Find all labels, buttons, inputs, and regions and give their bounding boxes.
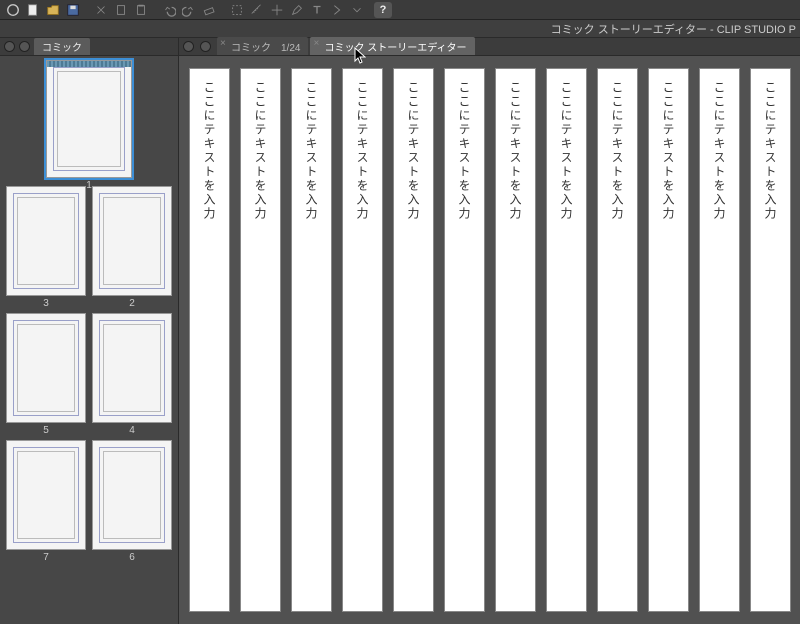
open-folder-icon[interactable] — [44, 2, 62, 18]
story-text-column[interactable]: ここにテキストを入力 — [648, 68, 689, 612]
story-placeholder-text: ここにテキストを入力 — [558, 81, 575, 611]
doc-panel-close-icon[interactable] — [183, 41, 194, 52]
story-text-column[interactable]: ここにテキストを入力 — [750, 68, 791, 612]
page-number-label: 3 — [6, 296, 86, 309]
page-row: 1 — [6, 60, 172, 182]
page-thumbnail[interactable]: 7 — [6, 440, 86, 563]
page-thumbnail[interactable]: 1 — [46, 60, 132, 182]
select-tool-icon[interactable] — [228, 2, 246, 18]
story-placeholder-text: ここにテキストを入力 — [507, 81, 524, 611]
story-placeholder-text: ここにテキストを入力 — [609, 81, 626, 611]
canvas-area: コミック 1/24コミック ストーリーエディター ここにテキストを入力ここにテキ… — [179, 38, 800, 624]
page-thumbnail[interactable]: 2 — [92, 186, 172, 309]
panel-minimize-icon[interactable] — [19, 41, 30, 52]
story-text-column[interactable]: ここにテキストを入力 — [444, 68, 485, 612]
story-text-column[interactable]: ここにテキストを入力 — [597, 68, 638, 612]
redo-icon[interactable] — [180, 2, 198, 18]
undo-icon[interactable] — [160, 2, 178, 18]
story-text-column[interactable]: ここにテキストを入力 — [393, 68, 434, 612]
sidebar-tabstrip: コミック — [0, 38, 178, 56]
story-editor-viewport[interactable]: ここにテキストを入力 ここにテキストを入力 ここにテキストを入力 ここにテキストを入力… — [179, 56, 800, 624]
page-thumbnail[interactable]: 5 — [6, 313, 86, 436]
chevron-down-icon[interactable] — [348, 2, 366, 18]
story-text-column[interactable]: ここにテキストを入力 — [291, 68, 332, 612]
page-row: 32 — [6, 186, 172, 309]
sidebar-tab-comic[interactable]: コミック — [34, 38, 90, 55]
pen-icon[interactable] — [288, 2, 306, 18]
page-sidebar: コミック 1325476 — [0, 38, 179, 624]
clipboard-icon[interactable] — [112, 2, 130, 18]
app-logo-icon[interactable] — [4, 2, 22, 18]
story-placeholder-text: ここにテキストを入力 — [405, 81, 422, 611]
page-number-label: 5 — [6, 423, 86, 436]
story-placeholder-text: ここにテキストを入力 — [660, 81, 677, 611]
page-thumbnail[interactable]: 6 — [92, 440, 172, 563]
story-text-column[interactable]: ここにテキストを入力 — [189, 68, 230, 612]
story-placeholder-text: ここにテキストを入力 — [456, 81, 473, 611]
page-number-label: 7 — [6, 550, 86, 563]
document-tabstrip: コミック 1/24コミック ストーリーエディター — [179, 38, 800, 56]
story-placeholder-text: ここにテキストを入力 — [711, 81, 728, 611]
story-text-column[interactable]: ここにテキストを入力 — [240, 68, 281, 612]
text-icon[interactable] — [308, 2, 326, 18]
save-icon[interactable] — [64, 2, 82, 18]
panel-close-icon[interactable] — [4, 41, 15, 52]
help-button[interactable]: ? — [374, 2, 392, 18]
story-text-column[interactable]: ここにテキストを入力 — [342, 68, 383, 612]
doc-panel-minimize-icon[interactable] — [200, 41, 211, 52]
page-thumbnails-list: 1325476 — [0, 56, 178, 624]
new-file-icon[interactable] — [24, 2, 42, 18]
story-text-column[interactable]: ここにテキストを入力 — [546, 68, 587, 612]
story-text-column[interactable]: ここにテキストを入力 — [495, 68, 536, 612]
app-title: コミック ストーリーエディター - CLIP STUDIO P — [551, 21, 796, 37]
story-placeholder-text: ここにテキストを入力 — [303, 81, 320, 611]
tab-comic[interactable]: コミック 1/24 — [217, 37, 308, 55]
ruler-icon[interactable] — [248, 2, 266, 18]
story-placeholder-text: ここにテキストを入力 — [252, 81, 269, 611]
tab-story-editor[interactable]: コミック ストーリーエディター — [310, 37, 474, 55]
paste-icon[interactable] — [132, 2, 150, 18]
main-toolbar: ? — [0, 0, 800, 20]
page-number-label: 2 — [92, 296, 172, 309]
story-placeholder-text: ここにテキストを入力 — [354, 81, 371, 611]
window-titlebar: コミック ストーリーエディター - CLIP STUDIO P — [0, 20, 800, 38]
eraser-icon[interactable] — [200, 2, 218, 18]
cut-icon[interactable] — [92, 2, 110, 18]
move-icon[interactable] — [268, 2, 286, 18]
page-row: 54 — [6, 313, 172, 436]
page-number-label: 6 — [92, 550, 172, 563]
page-thumbnail[interactable]: 3 — [6, 186, 86, 309]
story-placeholder-text: ここにテキストを入力 — [762, 81, 779, 611]
page-number-label: 4 — [92, 423, 172, 436]
story-placeholder-text: ここにテキストを入力 — [201, 81, 218, 611]
page-row: 76 — [6, 440, 172, 563]
page-thumbnail[interactable]: 4 — [92, 313, 172, 436]
next-icon[interactable] — [328, 2, 346, 18]
story-text-column[interactable]: ここにテキストを入力 — [699, 68, 740, 612]
